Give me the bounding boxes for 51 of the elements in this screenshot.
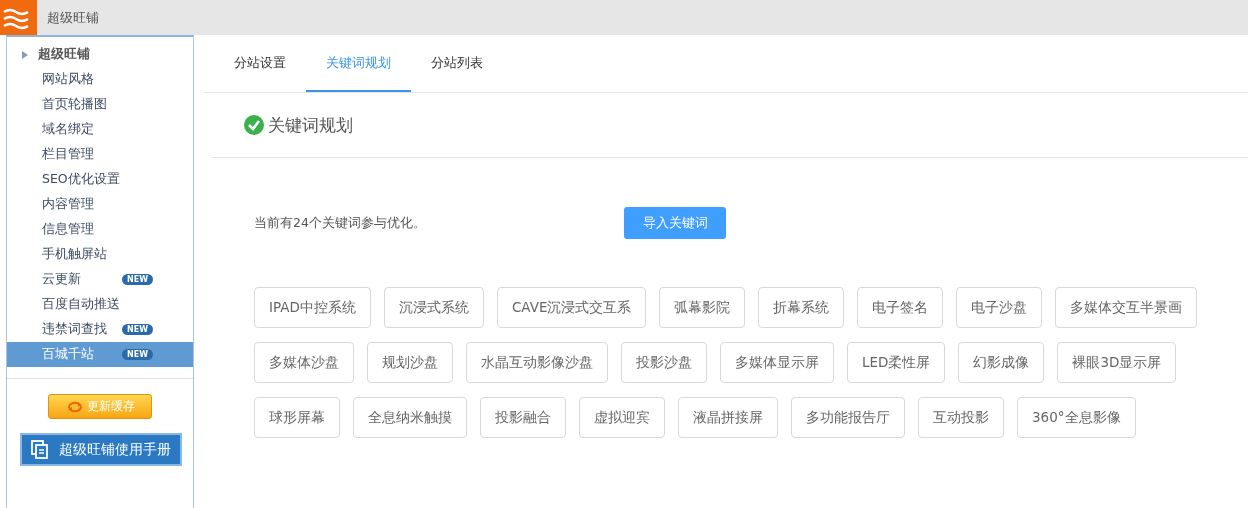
keyword-tag[interactable]: 水晶互动影像沙盘 <box>466 342 608 383</box>
keyword-tag[interactable]: 折幕系统 <box>758 287 845 328</box>
keyword-tag[interactable]: 多媒体交互半景画 <box>1055 287 1198 328</box>
keyword-tag[interactable]: 多功能报告厅 <box>791 397 905 438</box>
keyword-tag[interactable]: 虚拟迎宾 <box>579 397 665 438</box>
sidebar-item[interactable]: 手机触屏站 <box>7 242 193 267</box>
sidebar-item[interactable]: 百度自动推送 <box>7 292 193 317</box>
keyword-tag[interactable]: 沉浸式系统 <box>383 287 484 328</box>
caret-icon <box>22 50 28 59</box>
sidebar-item[interactable]: 域名绑定 <box>7 117 193 142</box>
section-title: 关键词规划 <box>268 113 353 137</box>
keyword-tag[interactable]: 投影沙盘 <box>621 342 707 383</box>
keyword-tag[interactable]: 投影融合 <box>480 397 566 438</box>
sidebar-item[interactable]: 违禁词查找 NEW <box>7 317 193 342</box>
tab[interactable]: 分站设置 <box>214 35 306 92</box>
check-circle-icon <box>244 115 264 135</box>
sidebar-item[interactable]: SEO优化设置 <box>7 167 193 192</box>
tab[interactable]: 关键词规划 <box>306 35 411 92</box>
keyword-tag[interactable]: LED柔性屏 <box>847 342 946 383</box>
sidebar-item[interactable]: 内容管理 <box>7 192 193 217</box>
keyword-tag[interactable]: 360°全息影像 <box>1017 397 1136 438</box>
sidebar-item[interactable]: 信息管理 <box>7 217 193 242</box>
keyword-tag[interactable]: CAVE沉浸式交互系 <box>496 287 647 328</box>
keyword-tag[interactable]: IPAD中控系统 <box>254 287 371 328</box>
keyword-tag[interactable]: 幻影成像 <box>958 342 1045 383</box>
keyword-tag[interactable]: 互动投影 <box>918 397 1004 438</box>
keyword-tag[interactable]: 液晶拼接屏 <box>678 397 778 438</box>
new-badge: NEW <box>122 324 153 335</box>
keyword-tag[interactable]: 多媒体显示屏 <box>720 342 834 383</box>
user-manual-button[interactable]: 超级旺铺使用手册 <box>20 433 182 466</box>
document-icon <box>31 439 49 460</box>
new-badge: NEW <box>122 349 153 360</box>
sidebar-item[interactable]: 首页轮播图 <box>7 92 193 117</box>
new-badge: NEW <box>122 274 153 285</box>
tab[interactable]: 分站列表 <box>411 35 503 92</box>
sidebar-item[interactable]: 网站风格 <box>7 67 193 92</box>
refresh-icon <box>65 399 84 414</box>
sidebar-group-header[interactable]: 超级旺铺 <box>7 42 193 67</box>
keyword-tag[interactable]: 电子签名 <box>857 287 944 328</box>
keyword-tag[interactable]: 球形屏幕 <box>254 397 340 438</box>
keyword-summary: 当前有24个关键词参与优化。 <box>254 214 427 232</box>
sidebar-item[interactable]: 百城千站 NEW <box>7 342 193 367</box>
keyword-tag[interactable]: 裸眼3D显示屏 <box>1057 342 1177 383</box>
sidebar-item[interactable]: 栏目管理 <box>7 142 193 167</box>
keyword-tag[interactable]: 规划沙盘 <box>367 342 453 383</box>
keyword-tag[interactable]: 电子沙盘 <box>956 287 1043 328</box>
keyword-tag[interactable]: 多媒体沙盘 <box>254 342 354 383</box>
keyword-tag[interactable]: 弧幕影院 <box>659 287 746 328</box>
keyword-tag[interactable]: 全息纳米触摸 <box>353 397 467 438</box>
sidebar-item[interactable]: 云更新 NEW <box>7 267 193 292</box>
app-title: 超级旺铺 <box>47 8 99 27</box>
